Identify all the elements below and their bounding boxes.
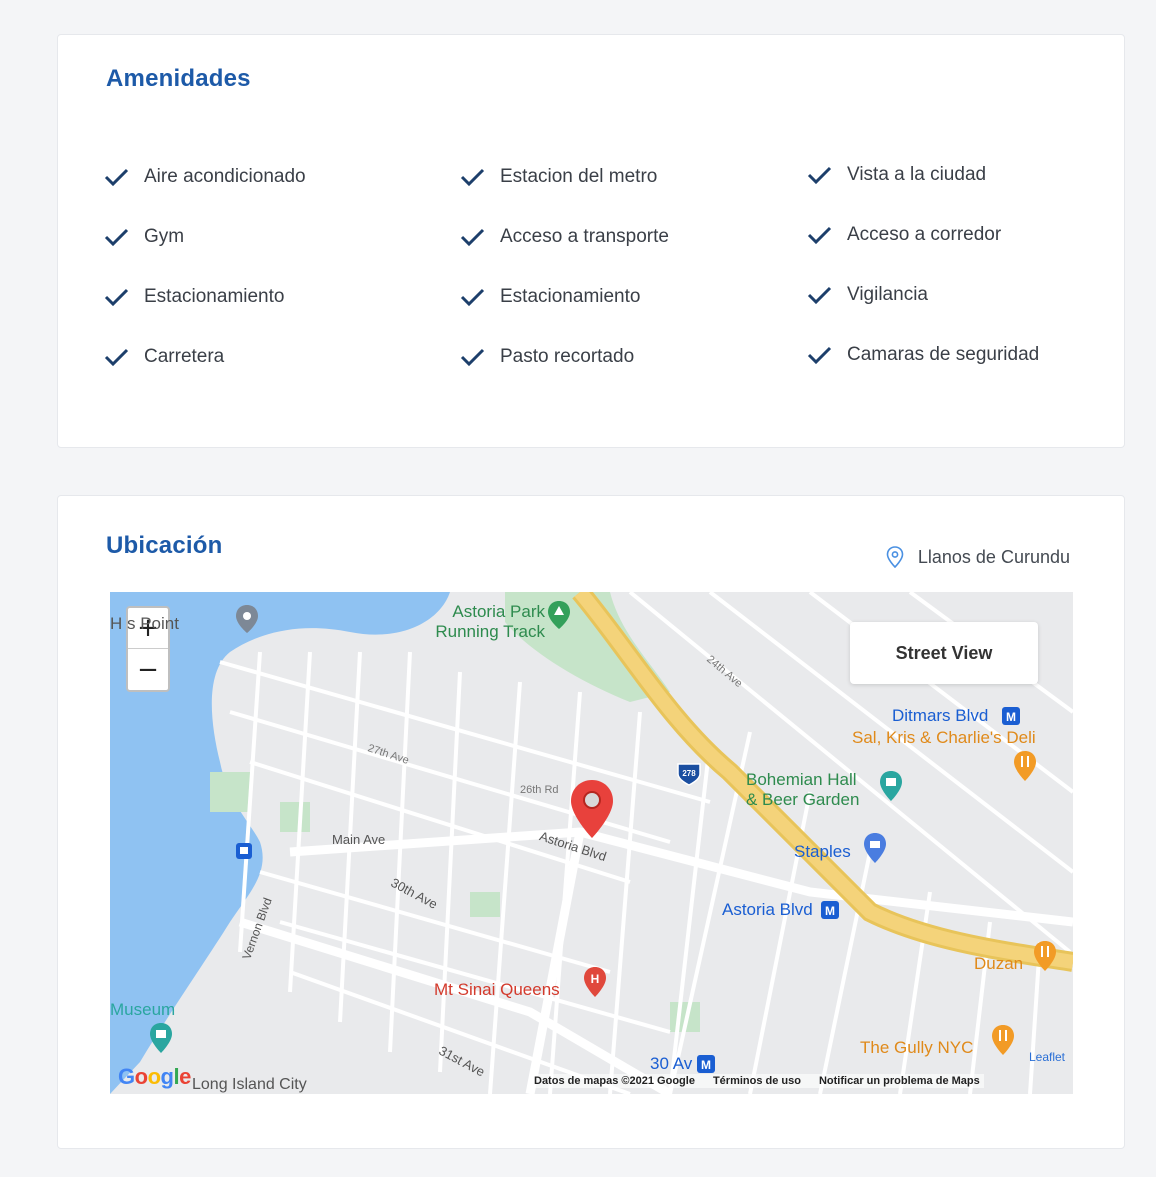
location-place-name: Llanos de Curundu bbox=[917, 546, 1070, 567]
map-footer: Datos de mapas ©2021 Google Términos de … bbox=[530, 1074, 984, 1088]
amenity-item: Estacionamiento bbox=[460, 283, 640, 311]
subway-icon[interactable]: M bbox=[820, 900, 840, 920]
map-label-bohemian: Bohemian Hall & Beer Garden bbox=[746, 770, 860, 809]
map-label-hallets-point: H s Point bbox=[110, 614, 179, 633]
amenity-label: Vista a la ciudad bbox=[847, 164, 987, 185]
interstate-shield-label: 278 bbox=[682, 769, 696, 778]
google-logo: Google bbox=[118, 1064, 191, 1089]
amenity-item: Gym bbox=[104, 223, 184, 251]
amenities-title: Amenidades bbox=[106, 65, 251, 92]
amenity-item: Acceso a corredor bbox=[807, 221, 1001, 249]
zoom-out-button[interactable]: − bbox=[128, 649, 168, 690]
map-place-icon[interactable] bbox=[234, 604, 260, 634]
map-label-staples: Staples bbox=[794, 842, 851, 861]
park-icon[interactable] bbox=[546, 600, 572, 630]
svg-text:M: M bbox=[1006, 710, 1016, 724]
check-icon bbox=[104, 348, 129, 367]
restaurant-icon[interactable] bbox=[1012, 750, 1038, 782]
interstate-shield-icon: 278 bbox=[677, 763, 701, 786]
check-icon bbox=[104, 168, 129, 187]
amenity-label: Estacionamiento bbox=[144, 286, 285, 307]
check-icon bbox=[460, 168, 485, 187]
check-icon bbox=[460, 348, 485, 367]
subway-icon[interactable]: M bbox=[696, 1054, 716, 1074]
amenity-label: Gym bbox=[144, 226, 185, 247]
amenity-item: Vigilancia bbox=[807, 281, 928, 309]
street-label: Main Ave bbox=[332, 832, 386, 847]
check-icon bbox=[807, 346, 832, 365]
location-title: Ubicación bbox=[106, 532, 223, 559]
check-icon bbox=[807, 226, 832, 245]
check-icon bbox=[460, 288, 485, 307]
map-label-duzan: Duzan bbox=[974, 954, 1024, 973]
amenity-item: Pasto recortado bbox=[460, 343, 634, 371]
map-label-lic: Long Island City bbox=[192, 1076, 307, 1093]
map-label-30-av: 30 Av bbox=[650, 1054, 693, 1073]
amenity-label: Acceso a transporte bbox=[500, 226, 669, 247]
check-icon bbox=[104, 288, 129, 307]
subway-icon[interactable]: M bbox=[1001, 706, 1021, 726]
amenity-label: Pasto recortado bbox=[500, 346, 635, 367]
check-icon bbox=[807, 166, 832, 185]
map-label-astoria-park: Astoria Park Running Track bbox=[435, 602, 545, 641]
restaurant-icon[interactable] bbox=[990, 1024, 1016, 1056]
map-label-sal-kris: Sal, Kris & Charlie's Deli bbox=[852, 728, 1036, 747]
amenity-item: Aire acondicionado bbox=[104, 163, 306, 191]
amenity-item: Camaras de seguridad bbox=[807, 341, 1039, 369]
map-terms-link[interactable]: Términos de uso bbox=[713, 1075, 801, 1087]
amenity-item: Estacionamiento bbox=[104, 283, 284, 311]
map-label-mt-sinai: Mt Sinai Queens bbox=[434, 980, 560, 999]
leaflet-link[interactable]: Leaflet bbox=[1029, 1050, 1065, 1064]
location-card: Ubicación Llanos de Curundu + − Street V… bbox=[57, 495, 1125, 1149]
attraction-icon[interactable] bbox=[878, 770, 904, 802]
amenities-grid: Aire acondicionado Gym Estacionamiento C… bbox=[104, 163, 1084, 403]
amenity-label: Acceso a corredor bbox=[847, 224, 1002, 245]
svg-text:H: H bbox=[591, 972, 600, 986]
museum-icon[interactable] bbox=[148, 1022, 174, 1054]
amenity-item: Acceso a transporte bbox=[460, 223, 669, 251]
map-label-ditmars: Ditmars Blvd bbox=[892, 706, 989, 725]
check-icon bbox=[460, 228, 485, 247]
map-marker-icon[interactable] bbox=[568, 778, 616, 840]
restaurant-icon[interactable] bbox=[1032, 940, 1058, 972]
location-place: Llanos de Curundu bbox=[886, 546, 1070, 568]
hospital-icon[interactable]: H bbox=[582, 966, 608, 998]
amenity-item: Estacion del metro bbox=[460, 163, 657, 191]
street-label: 26th Rd bbox=[520, 784, 559, 796]
amenity-item: Vista a la ciudad bbox=[807, 161, 986, 189]
amenity-item: Carretera bbox=[104, 343, 224, 371]
map[interactable]: + − Street View H s Point Astoria Park R… bbox=[110, 592, 1073, 1094]
bus-icon[interactable] bbox=[235, 842, 253, 860]
check-icon bbox=[104, 228, 129, 247]
location-pin-icon bbox=[886, 546, 904, 568]
amenity-label: Aire acondicionado bbox=[144, 166, 306, 187]
amenities-card: Amenidades Aire acondicionado Gym Estaci… bbox=[57, 34, 1125, 448]
map-report-link[interactable]: Notificar un problema de Maps bbox=[819, 1075, 980, 1087]
amenity-label: Estacion del metro bbox=[500, 166, 658, 187]
map-label-astoria-blvd-station: Astoria Blvd bbox=[722, 900, 813, 919]
svg-text:M: M bbox=[825, 904, 835, 918]
amenity-label: Estacionamiento bbox=[500, 286, 641, 307]
street-view-button[interactable]: Street View bbox=[850, 622, 1038, 684]
amenity-label: Carretera bbox=[144, 346, 225, 367]
check-icon bbox=[807, 286, 832, 305]
map-label-the-gully: The Gully NYC bbox=[860, 1038, 974, 1057]
svg-text:M: M bbox=[701, 1058, 711, 1072]
amenity-label: Camaras de seguridad bbox=[847, 344, 1040, 365]
map-data-attribution: Datos de mapas ©2021 Google bbox=[534, 1075, 695, 1087]
shopping-icon[interactable] bbox=[862, 832, 888, 864]
map-label-museum: Museum bbox=[110, 1000, 176, 1019]
amenity-label: Vigilancia bbox=[847, 284, 928, 305]
